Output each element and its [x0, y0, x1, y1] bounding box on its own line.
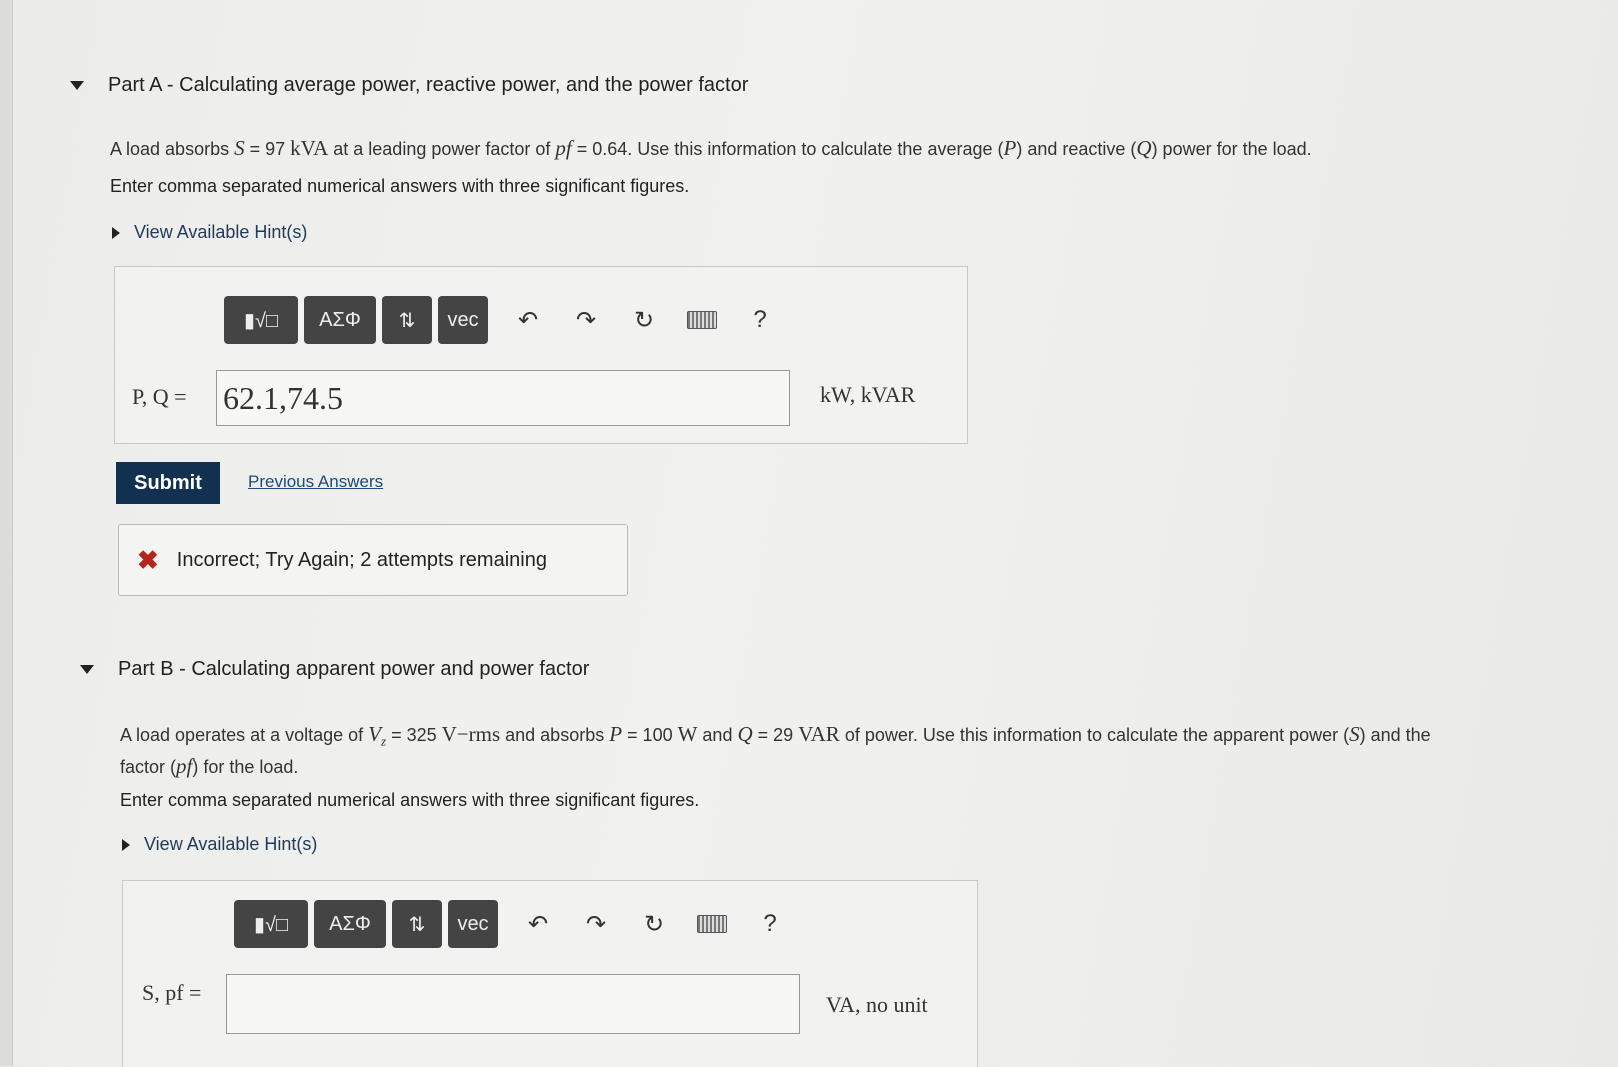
page-edge [0, 0, 13, 1066]
part-a-hint-toggle[interactable]: View Available Hint(s) [112, 222, 307, 243]
part-b-hint-toggle[interactable]: View Available Hint(s) [122, 834, 317, 855]
part-a-problem: A load absorbs S = 97 kVA at a leading p… [110, 136, 1312, 160]
part-b-input-label: S, pf = [142, 980, 202, 1005]
part-b-problem-line2: factor (pf) for the load. [120, 753, 299, 778]
part-b-header[interactable]: Part B - Calculating apparent power and … [80, 658, 589, 681]
feedback-text: Incorrect; Try Again; 2 attempts remaini… [176, 548, 547, 571]
submit-button[interactable]: Submit [116, 462, 220, 504]
reset-icon[interactable]: ↻ [630, 900, 678, 948]
vec-button[interactable]: vec [438, 296, 488, 344]
part-a-answer-input[interactable]: 62.1,74.5 [216, 370, 790, 426]
keyboard-glyph [697, 915, 727, 933]
part-b-units: VA, no unit [826, 992, 928, 1017]
greek-symbols-button[interactable]: AΣΦ [304, 296, 376, 344]
part-b-answer-input[interactable] [226, 974, 800, 1034]
help-icon[interactable]: ? [736, 296, 784, 344]
part-a-input-label: P, Q = [132, 384, 187, 409]
feedback-box: ✖ Incorrect; Try Again; 2 attempts remai… [118, 524, 628, 596]
templates-button[interactable]: ▮√□ [224, 296, 298, 344]
undo-icon[interactable]: ↶ [514, 900, 562, 948]
redo-icon[interactable]: ↷ [572, 900, 620, 948]
hint-label[interactable]: View Available Hint(s) [144, 834, 317, 855]
previous-answers-link[interactable]: Previous Answers [248, 472, 383, 492]
reset-icon[interactable]: ↻ [620, 296, 668, 344]
redo-icon[interactable]: ↷ [562, 296, 610, 344]
hint-label[interactable]: View Available Hint(s) [134, 222, 307, 243]
incorrect-x-icon: ✖ [137, 544, 159, 575]
part-a-units: kW, kVAR [820, 382, 916, 407]
arrows-button[interactable]: ⇅ [392, 900, 442, 948]
vec-button[interactable]: vec [448, 900, 498, 948]
part-a-instruction: Enter comma separated numerical answers … [110, 176, 690, 196]
help-icon[interactable]: ? [746, 900, 794, 948]
expand-caret-icon [112, 226, 120, 239]
part-b-title: Part B - Calculating apparent power and … [118, 658, 590, 680]
greek-symbols-button[interactable]: AΣΦ [314, 900, 386, 948]
part-b-problem-line1: A load operates at a voltage of Vz = 325… [120, 722, 1431, 749]
templates-button[interactable]: ▮√□ [234, 900, 308, 948]
keyboard-glyph [687, 311, 717, 329]
arrows-button[interactable]: ⇅ [382, 296, 432, 344]
undo-icon[interactable]: ↶ [504, 296, 552, 344]
collapse-caret-icon[interactable] [80, 665, 94, 674]
part-a-title: Part A - Calculating average power, reac… [108, 74, 749, 96]
part-a-math-toolbar: ▮√□ AΣΦ ⇅ vec ↶ ↷ ↻ ? [224, 296, 784, 344]
part-b-problem: A load operates at a voltage of Vz = 325… [120, 722, 1618, 779]
keyboard-icon[interactable] [688, 900, 736, 948]
expand-caret-icon [122, 838, 130, 851]
part-a-header[interactable]: Part A - Calculating average power, reac… [70, 74, 748, 97]
keyboard-icon[interactable] [678, 296, 726, 344]
collapse-caret-icon[interactable] [70, 81, 84, 90]
part-b-instruction: Enter comma separated numerical answers … [120, 790, 700, 810]
part-b-math-toolbar: ▮√□ AΣΦ ⇅ vec ↶ ↷ ↻ ? [234, 900, 794, 948]
